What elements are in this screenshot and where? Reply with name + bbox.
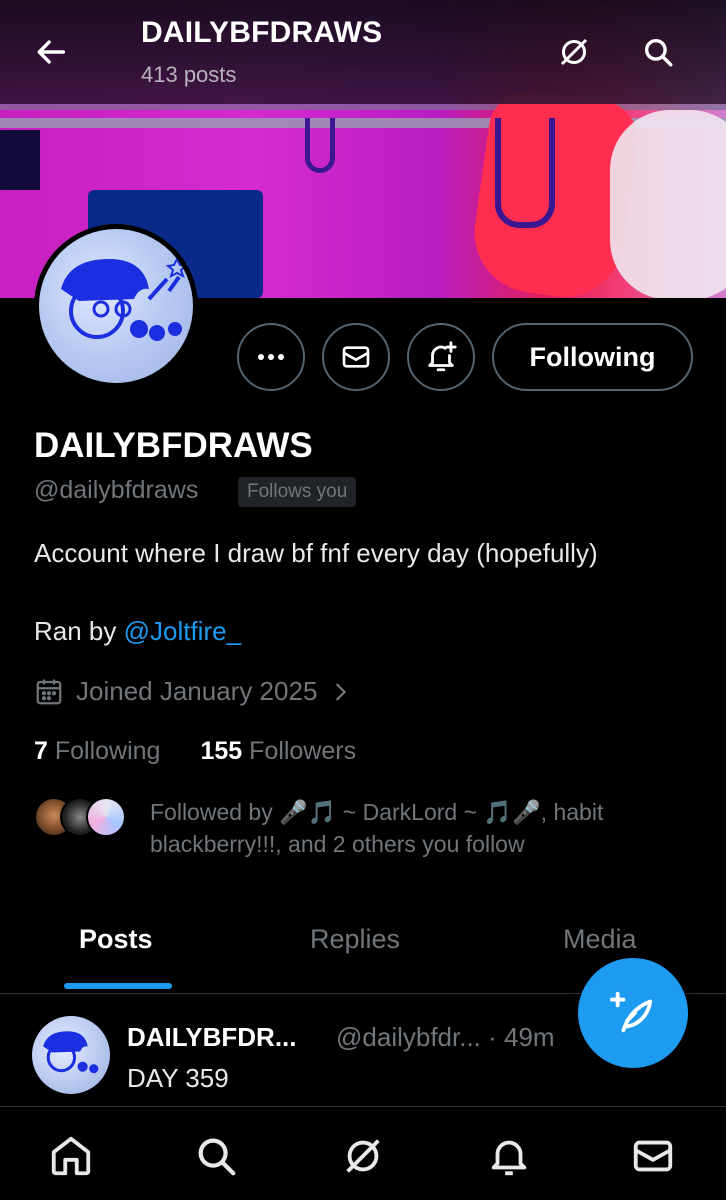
post-text[interactable]: DAY 359 (127, 1063, 229, 1094)
active-tab-indicator (64, 983, 172, 989)
ran-by-label: Ran by (34, 616, 124, 646)
follows-you-badge: Follows you (238, 477, 357, 507)
tab-replies[interactable]: Replies (310, 924, 400, 955)
followers-label: Followers (249, 737, 357, 765)
following-button[interactable]: Following (492, 323, 693, 391)
bell-icon (491, 1140, 527, 1176)
mention-link[interactable]: @Joltfire_ (124, 616, 241, 646)
bottom-navigation (0, 1106, 726, 1200)
nav-notifications[interactable] (484, 1131, 534, 1181)
top-bar: DAILYBFDRAWS 413 posts (0, 0, 726, 104)
envelope-icon (342, 346, 370, 368)
post-handle-time: @dailybfdr... · 49m (336, 1022, 555, 1052)
post-count: 413 posts (141, 62, 237, 87)
profile-avatar[interactable] (34, 224, 198, 388)
follower-avatar (86, 797, 126, 837)
followed-by-text[interactable]: Followed by 🎤🎵 ~ DarkLord ~ 🎵🎤, habit bl… (150, 796, 690, 860)
nav-home[interactable] (46, 1131, 96, 1181)
more-options-button[interactable] (237, 323, 305, 391)
bell-plus-icon (428, 341, 457, 372)
nav-search[interactable] (191, 1131, 241, 1181)
post-avatar[interactable] (32, 1016, 110, 1094)
back-button[interactable] (30, 30, 74, 74)
display-name: DAILYBFDRAWS (34, 426, 313, 465)
compose-icon (610, 991, 653, 1033)
message-button[interactable] (322, 323, 390, 391)
compose-button[interactable] (578, 958, 688, 1068)
followers-stat[interactable]: 155 Followers (200, 737, 356, 766)
page-title: DAILYBFDRAWS (141, 16, 383, 49)
grok-icon (346, 1139, 380, 1173)
tab-media[interactable]: Media (563, 924, 637, 955)
notify-button[interactable] (407, 323, 475, 391)
following-label: Following (54, 737, 161, 765)
search-button[interactable] (636, 30, 680, 74)
profile-handle: @dailybfdraws (34, 476, 199, 504)
following-count: 7 (34, 737, 48, 765)
search-icon (198, 1138, 236, 1176)
arrow-left-icon (37, 40, 66, 64)
follow-stats: 7 Following 155 Followers (34, 737, 356, 766)
chevron-right-icon (336, 683, 347, 700)
calendar-icon (36, 679, 62, 704)
home-icon (51, 1136, 91, 1176)
following-stat[interactable]: 7 Following (34, 737, 160, 766)
search-icon (644, 38, 673, 67)
envelope-icon (633, 1140, 673, 1172)
nav-grok[interactable] (338, 1131, 388, 1181)
joined-date: Joined January 2025 (76, 676, 318, 706)
joined-row[interactable]: Joined January 2025 (34, 676, 351, 707)
post-author-name[interactable]: DAILYBFDR... (127, 1022, 297, 1053)
profile-bio: Account where I draw bf fnf every day (h… (34, 538, 598, 568)
tab-posts[interactable]: Posts (79, 924, 153, 955)
more-icon (258, 354, 284, 360)
followers-count: 155 (200, 737, 243, 765)
bio-ran-by: Ran by @Joltfire_ (34, 616, 241, 647)
grok-button[interactable] (552, 30, 596, 74)
grok-icon (560, 38, 588, 66)
nav-messages[interactable] (628, 1131, 678, 1181)
